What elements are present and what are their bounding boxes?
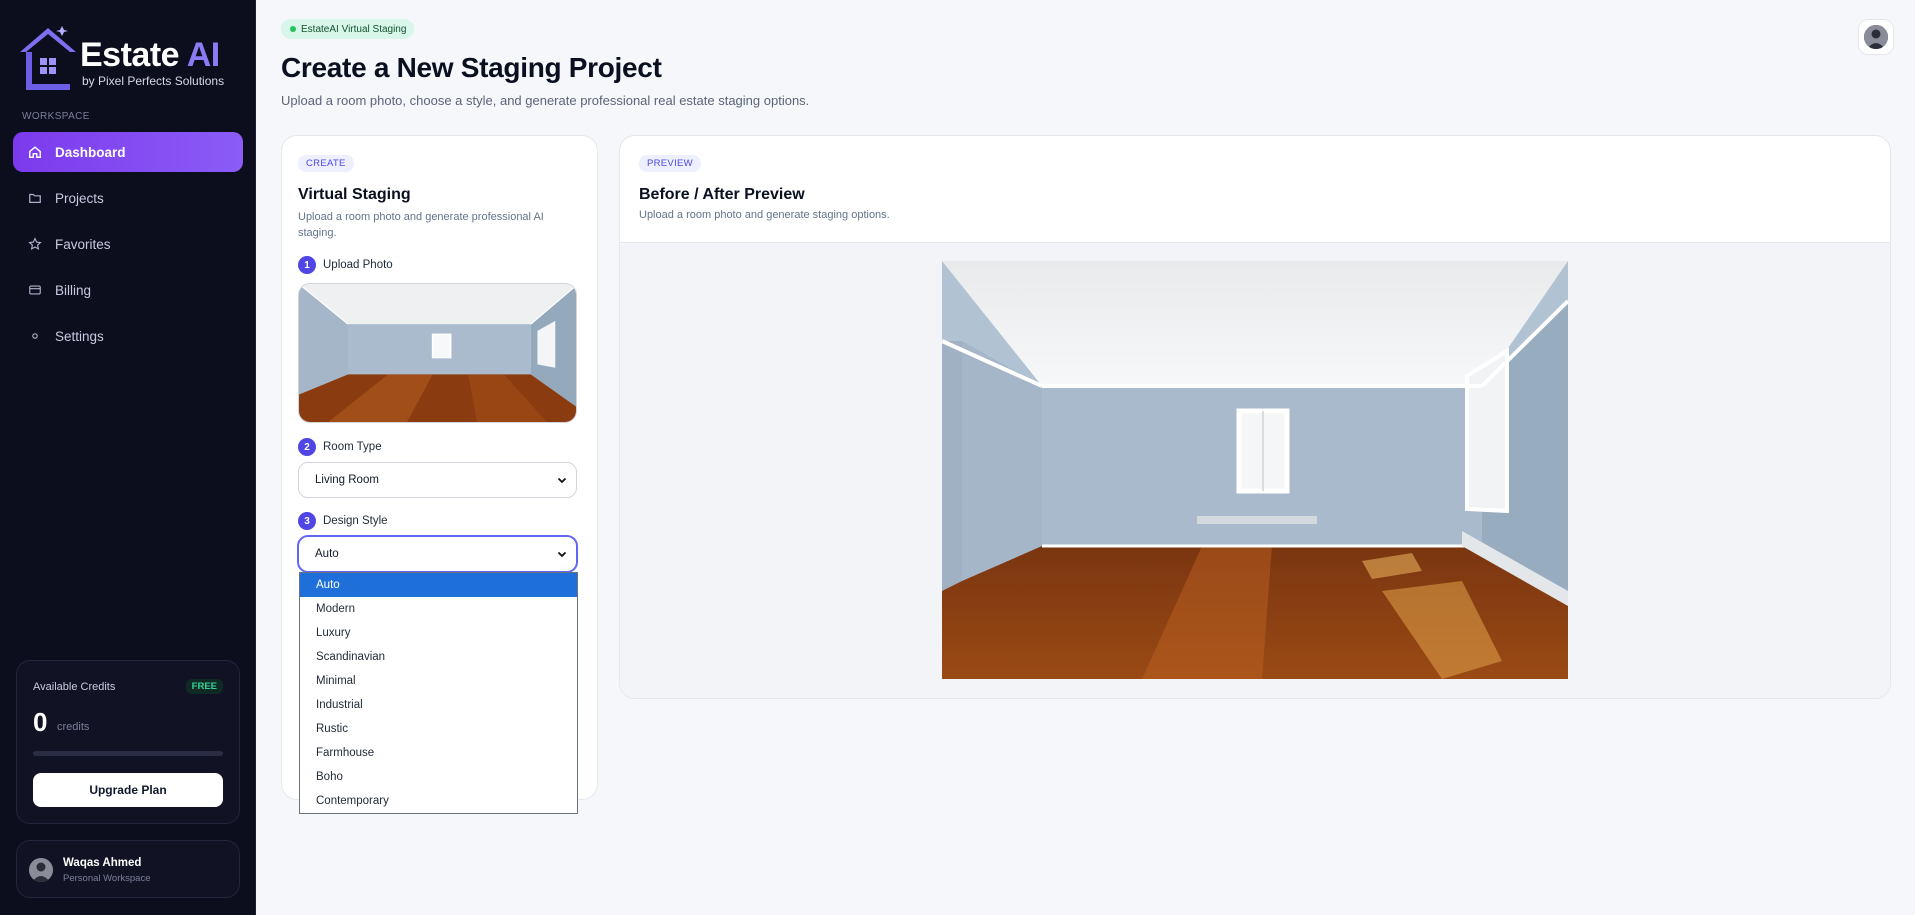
upgrade-plan-button[interactable]: Upgrade Plan	[33, 773, 223, 807]
step-number: 2	[298, 438, 316, 456]
avatar	[29, 858, 53, 882]
chevron-down-icon	[557, 477, 567, 484]
house-logo-icon	[20, 26, 76, 90]
preview-card: PREVIEW Before / After Preview Upload a …	[619, 135, 1891, 699]
create-title: Virtual Staging	[298, 186, 411, 203]
sidebar-item-label: Projects	[55, 190, 104, 206]
room-preview-image[interactable]	[942, 261, 1568, 679]
sidebar-item-favorites[interactable]: Favorites	[13, 224, 243, 264]
page-subtitle: Upload a room photo, choose a style, and…	[281, 93, 810, 108]
credits-count: 0	[33, 707, 48, 737]
credits-unit: credits	[57, 721, 90, 733]
style-option-luxury[interactable]: Luxury	[300, 621, 577, 645]
credits-panel: Available Credits FREE 0 credits Upgrade…	[16, 660, 240, 824]
sidebar-nav: Dashboard Projects Favorites Billing Set…	[13, 132, 243, 362]
design-style-dropdown: Auto Modern Luxury Scandinavian Minimal …	[299, 572, 578, 814]
user-name: Waqas Ahmed	[63, 857, 142, 869]
style-option-minimal[interactable]: Minimal	[300, 669, 577, 693]
style-option-rustic[interactable]: Rustic	[300, 717, 577, 741]
step-upload-photo: 1 Upload Photo	[298, 256, 393, 274]
uploaded-photo-thumbnail[interactable]	[298, 283, 577, 423]
step-room-type: 2 Room Type	[298, 438, 382, 456]
user-workspace: Personal Workspace	[63, 873, 151, 884]
sidebar-item-label: Billing	[55, 282, 92, 298]
style-option-contemporary[interactable]: Contemporary	[300, 789, 577, 813]
sidebar-item-label: Dashboard	[55, 144, 126, 160]
app-pill: EstateAI Virtual Staging	[281, 19, 415, 39]
card-icon	[27, 282, 43, 298]
design-style-select[interactable]: Auto	[298, 536, 577, 572]
sidebar-item-settings[interactable]: Settings	[13, 316, 243, 356]
create-description: Upload a room photo and generate profess…	[298, 211, 544, 239]
app-pill-label: EstateAI Virtual Staging	[301, 23, 407, 35]
sidebar: Estate AI by Pixel Perfects Solutions WO…	[0, 0, 256, 915]
preview-description: Upload a room photo and generate staging…	[639, 209, 890, 221]
create-tag: CREATE	[298, 155, 354, 172]
step-label: Design Style	[323, 515, 388, 527]
style-option-farmhouse[interactable]: Farmhouse	[300, 741, 577, 765]
room-type-select[interactable]: Living Room	[298, 462, 577, 498]
brand-logo[interactable]: Estate AI by Pixel Perfects Solutions	[18, 22, 248, 92]
sidebar-item-dashboard[interactable]: Dashboard	[13, 132, 243, 172]
account-menu-button[interactable]	[1858, 19, 1894, 55]
brand-tagline: by Pixel Perfects Solutions	[82, 74, 225, 88]
step-number: 3	[298, 512, 316, 530]
sidebar-item-billing[interactable]: Billing	[13, 270, 243, 310]
workspace-label: WORKSPACE	[22, 111, 90, 122]
settings-dot-icon	[27, 328, 43, 344]
folder-icon	[27, 190, 43, 206]
step-number: 1	[298, 256, 316, 274]
avatar	[1864, 25, 1888, 49]
preview-tag: PREVIEW	[639, 155, 701, 172]
room-type-value: Living Room	[315, 474, 379, 486]
credits-title: Available Credits	[33, 681, 116, 693]
credits-progress-bar	[33, 751, 223, 756]
step-label: Room Type	[323, 441, 382, 453]
step-design-style: 3 Design Style	[298, 512, 388, 530]
style-option-modern[interactable]: Modern	[300, 597, 577, 621]
user-profile[interactable]: Waqas Ahmed Personal Workspace	[16, 840, 240, 898]
sidebar-item-label: Favorites	[55, 236, 111, 252]
style-option-scandinavian[interactable]: Scandinavian	[300, 645, 577, 669]
page-title: Create a New Staging Project	[281, 52, 662, 83]
step-label: Upload Photo	[323, 259, 393, 271]
preview-title: Before / After Preview	[639, 186, 805, 203]
brand-name: Estate AI	[80, 36, 220, 74]
design-style-value: Auto	[315, 548, 339, 560]
star-icon	[27, 236, 43, 252]
home-icon	[27, 144, 43, 160]
plan-badge: FREE	[185, 679, 223, 694]
status-dot-icon	[290, 26, 296, 32]
sidebar-item-projects[interactable]: Projects	[13, 178, 243, 218]
style-option-auto[interactable]: Auto	[300, 573, 577, 597]
style-option-boho[interactable]: Boho	[300, 765, 577, 789]
sidebar-item-label: Settings	[55, 328, 104, 344]
chevron-down-icon	[557, 551, 567, 558]
style-option-industrial[interactable]: Industrial	[300, 693, 577, 717]
